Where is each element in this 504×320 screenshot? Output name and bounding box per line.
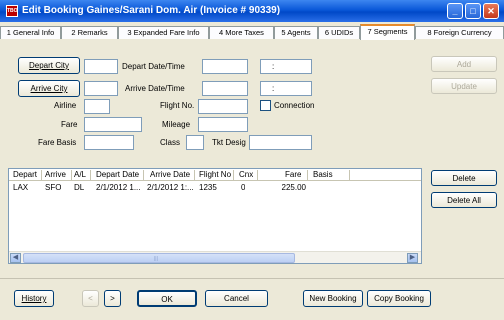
mileage-label: Mileage: [162, 120, 191, 129]
cell-cnx: 0: [241, 183, 246, 192]
history-button[interactable]: History: [14, 290, 54, 307]
depart-date-field[interactable]: [202, 59, 248, 74]
column-divider[interactable]: [90, 170, 91, 180]
column-header-depart-date[interactable]: Depart Date: [96, 170, 139, 179]
arrive-date-field[interactable]: [202, 81, 248, 96]
copy-booking-button[interactable]: Copy Booking: [367, 290, 431, 307]
tab-segments[interactable]: 7 Segments: [360, 24, 415, 40]
tab-strip: 1 General Info 2 Remarks 3 Expanded Fare…: [0, 24, 504, 40]
column-divider[interactable]: [307, 170, 308, 180]
arrive-time-field[interactable]: [260, 81, 312, 96]
add-button[interactable]: Add: [431, 56, 497, 72]
column-header-arrive-date[interactable]: Arrive Date: [150, 170, 190, 179]
airline-label: Airline: [54, 101, 77, 110]
fare-label: Fare: [61, 120, 78, 129]
close-button[interactable]: ✕: [483, 3, 499, 19]
cancel-button[interactable]: Cancel: [205, 290, 268, 307]
column-header-depart[interactable]: Depart: [13, 170, 37, 179]
tab-remarks[interactable]: 2 Remarks: [61, 26, 118, 39]
fare-basis-field[interactable]: [84, 135, 134, 150]
depart-time-separator: :: [272, 62, 275, 71]
delete-button[interactable]: Delete: [431, 170, 497, 186]
delete-all-button[interactable]: Delete All: [431, 192, 497, 208]
window-title: Edit Booking Gaines/Sarani Dom. Air (Inv…: [22, 5, 281, 16]
column-header-fare[interactable]: Fare: [285, 170, 301, 179]
mileage-field[interactable]: [198, 117, 248, 132]
column-divider[interactable]: [233, 170, 234, 180]
column-divider[interactable]: [349, 170, 350, 180]
segments-grid[interactable]: Depart Arrive A/L Depart Date Arrive Dat…: [8, 168, 422, 264]
cell-arrive: SFO: [45, 183, 62, 192]
segment-form: Depart City Depart Date/Time : Arrive Ci…: [4, 39, 424, 164]
tkt-desig-field[interactable]: [249, 135, 312, 150]
scroll-thumb[interactable]: |||: [23, 253, 295, 263]
title-bar[interactable]: TBO Edit Booking Gaines/Sarani Dom. Air …: [0, 0, 504, 22]
depart-city-button-label: Depart City: [28, 61, 69, 70]
minimize-button[interactable]: _: [447, 3, 463, 19]
arrive-city-button-label: Arrive City: [30, 84, 68, 93]
cell-depart: LAX: [13, 183, 29, 192]
depart-city-field[interactable]: [84, 59, 118, 74]
cell-flight-no: 1235: [199, 183, 217, 192]
column-header-cnx[interactable]: Cnx: [239, 170, 253, 179]
tab-agents[interactable]: 5 Agents: [274, 26, 318, 39]
tab-udids[interactable]: 6 UDIDs: [318, 26, 360, 39]
arrive-city-field[interactable]: [84, 81, 118, 96]
edit-booking-window: TBO Edit Booking Gaines/Sarani Dom. Air …: [0, 0, 504, 320]
depart-time-field[interactable]: [260, 59, 312, 74]
flight-no-field[interactable]: [198, 99, 248, 114]
cell-fare: 225.00: [281, 183, 306, 192]
column-header-airline[interactable]: A/L: [74, 170, 86, 179]
arrive-city-button[interactable]: Arrive City: [18, 80, 80, 97]
previous-button[interactable]: <: [82, 290, 99, 307]
scroll-left-icon[interactable]: ◀: [10, 253, 21, 263]
column-divider[interactable]: [71, 170, 72, 180]
airline-field[interactable]: [84, 99, 110, 114]
column-divider[interactable]: [257, 170, 258, 180]
maximize-button[interactable]: □: [465, 3, 481, 19]
depart-city-button[interactable]: Depart City: [18, 57, 80, 74]
arrive-datetime-label: Arrive Date/Time: [125, 84, 185, 93]
history-button-label: History: [21, 294, 47, 303]
flight-no-label: Flight No.: [160, 101, 195, 110]
column-header-flight-no[interactable]: Flight No: [199, 170, 231, 179]
new-booking-button[interactable]: New Booking: [303, 290, 363, 307]
fare-basis-label: Fare Basis: [38, 138, 77, 147]
tkt-desig-label: Tkt Desig: [212, 138, 246, 147]
column-header-basis[interactable]: Basis: [313, 170, 333, 179]
column-divider[interactable]: [41, 170, 42, 180]
tab-more-taxes[interactable]: 4 More Taxes: [209, 26, 274, 39]
arrive-time-separator: :: [272, 84, 275, 93]
cell-depart-date: 2/1/2012 1...: [96, 183, 141, 192]
ok-button[interactable]: OK: [137, 290, 197, 307]
depart-datetime-label: Depart Date/Time: [122, 62, 185, 71]
grid-header: Depart Arrive A/L Depart Date Arrive Dat…: [9, 169, 421, 181]
scroll-right-icon[interactable]: ▶: [407, 253, 418, 263]
thumb-grip-icon: |||: [154, 256, 158, 262]
column-divider[interactable]: [194, 170, 195, 180]
horizontal-scrollbar[interactable]: ◀ ||| ▶: [9, 251, 421, 263]
update-button[interactable]: Update: [431, 78, 497, 94]
column-divider[interactable]: [143, 170, 144, 180]
class-field[interactable]: [186, 135, 204, 150]
footer-divider: [0, 278, 504, 279]
connection-label: Connection: [274, 101, 315, 110]
tab-general-info[interactable]: 1 General Info: [0, 26, 61, 39]
next-button[interactable]: >: [104, 290, 121, 307]
app-icon: TBO: [6, 5, 18, 17]
cell-arrive-date: 2/1/2012 1:...: [147, 183, 193, 192]
class-label: Class: [160, 138, 181, 147]
column-header-arrive[interactable]: Arrive: [45, 170, 66, 179]
tab-expanded-fare-info[interactable]: 3 Expanded Fare Info: [118, 26, 209, 39]
cell-airline: DL: [74, 183, 85, 192]
fare-field[interactable]: [84, 117, 142, 132]
tab-foreign-currency[interactable]: 8 Foreign Currency: [415, 26, 504, 39]
connection-checkbox[interactable]: [260, 100, 271, 111]
